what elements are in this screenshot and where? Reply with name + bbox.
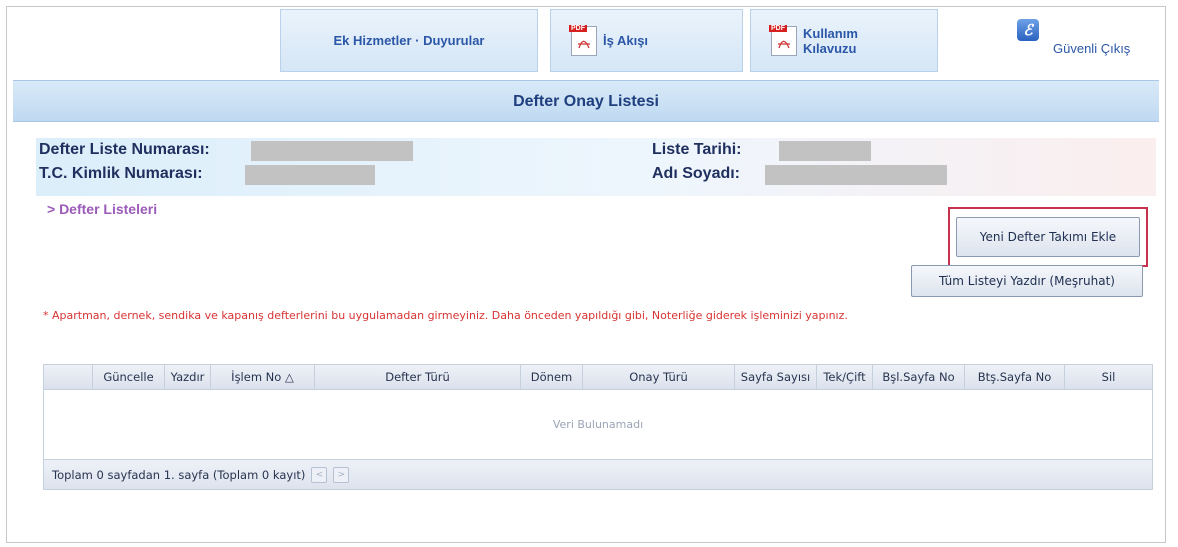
grid-col-sil[interactable]: Sil [1064,365,1152,389]
breadcrumb-defter-listeleri[interactable]: > Defter Listeleri [47,201,157,217]
grid-header: Güncelle Yazdır İşlem No △ Defter Türü D… [44,365,1152,390]
tc-kimlik-label: T.C. Kimlik Numarası: [39,165,203,182]
grid-col-onay-turu[interactable]: Onay Türü [582,365,734,389]
adi-soyadi-label: Adı Soyadı: [652,165,741,182]
ek-hizmetler-label: Ek Hizmetler · Duyurular [333,33,485,48]
tum-listeyi-yazdir-button[interactable]: Tüm Listeyi Yazdır (Meşruhat) [911,265,1143,297]
grid-col-bts-sayfa-no[interactable]: Btş.Sayfa No [964,365,1064,389]
grid-col-donem[interactable]: Dönem [520,365,582,389]
grid-col-defter-turu[interactable]: Defter Türü [314,365,520,389]
page-title: Defter Onay Listesi [13,80,1159,122]
kullanim-kilavuzu-button[interactable]: PDF Kullanım Kılavuzu [750,9,938,72]
yeni-defter-takimi-ekle-button[interactable]: Yeni Defter Takımı Ekle [956,217,1140,257]
kullanim-kilavuzu-label: Kullanım Kılavuzu [803,25,858,56]
pdf-icon: PDF [769,24,797,56]
defter-grid: Güncelle Yazdır İşlem No △ Defter Türü D… [43,364,1153,490]
defter-liste-numarasi-value [251,141,413,161]
grid-col-islem-no[interactable]: İşlem No △ [210,365,314,389]
pdf-icon: PDF [569,24,597,56]
liste-tarihi-label: Liste Tarihi: [652,141,742,158]
grid-col-sayfa-sayisi[interactable]: Sayfa Sayısı [734,365,816,389]
grid-col-select [44,365,92,389]
is-akisi-label: İş Akışı [603,33,649,48]
defter-liste-numarasi-label: Defter Liste Numarası: [39,141,210,158]
grid-empty-message: Veri Bulunamadı [552,417,644,431]
is-akisi-button[interactable]: PDF İş Akışı [550,9,743,72]
grid-col-yazdir[interactable]: Yazdır [164,365,210,389]
pager-summary: Toplam 0 sayfadan 1. sayfa (Toplam 0 kay… [52,467,306,482]
warning-text: * Apartman, dernek, sendika ve kapanış d… [43,309,848,322]
grid-col-bsl-sayfa-no[interactable]: Bşl.Sayfa No [872,365,964,389]
pager-next-button[interactable]: > [333,466,350,483]
ek-hizmetler-button[interactable]: Ek Hizmetler · Duyurular [280,9,538,72]
adi-soyadi-value [765,165,947,185]
pager-prev-button[interactable]: < [311,466,328,483]
grid-pager: Toplam 0 sayfadan 1. sayfa (Toplam 0 kay… [44,459,1152,489]
tc-kimlik-value [245,165,375,185]
secure-exit-icon[interactable]: ℰ [1017,19,1039,41]
liste-tarihi-value [779,141,871,161]
grid-col-guncelle[interactable]: Güncelle [92,365,164,389]
guvenli-cikis-link[interactable]: Güvenli Çıkış [1053,41,1130,56]
page-frame: Ek Hizmetler · Duyurular PDF İş Akışı PD… [6,6,1166,543]
grid-col-tek-cift[interactable]: Tek/Çift [816,365,872,389]
